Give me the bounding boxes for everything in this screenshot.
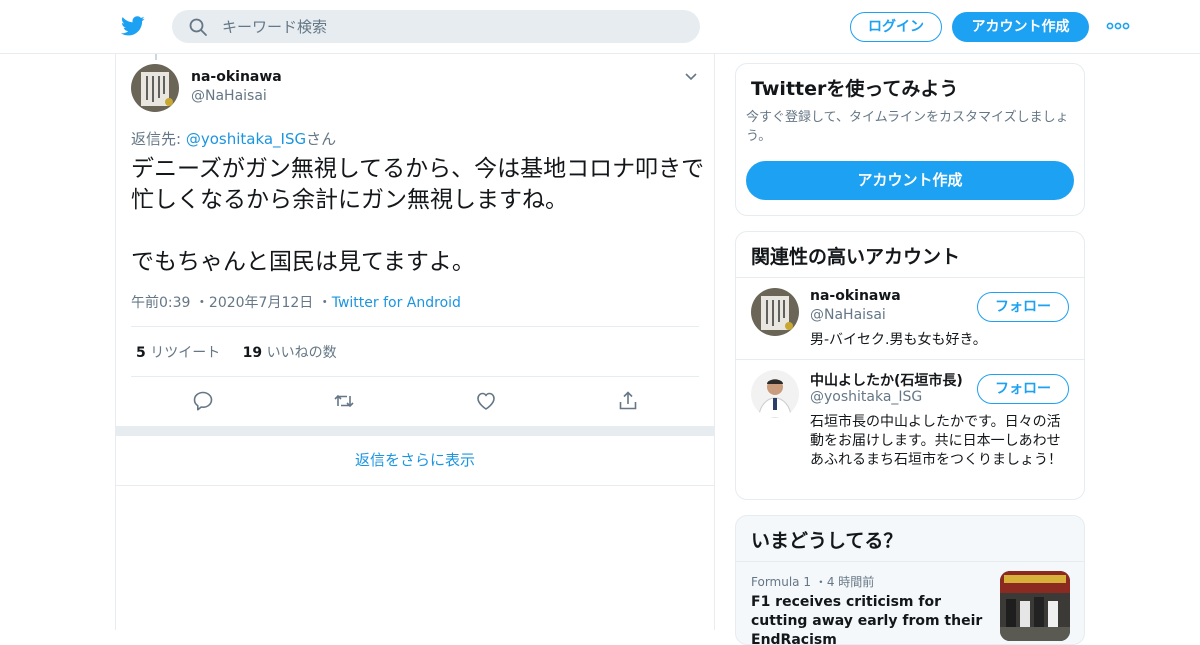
related-accounts-title: 関連性の高いアカウント bbox=[751, 246, 961, 268]
reply-mention-link[interactable]: @yoshitaka_ISG bbox=[186, 130, 306, 148]
trend-image bbox=[1000, 571, 1070, 641]
tweet-text: デニーズがガン無視してるから、今は基地コロナ叩きで忙しくなるから余計にガン無視し… bbox=[131, 156, 705, 275]
signup-card-title: Twitterを使ってみよう bbox=[751, 78, 959, 100]
search-icon bbox=[189, 18, 207, 36]
trend-headline[interactable]: F1 receives criticism for cutting away e… bbox=[751, 593, 986, 644]
tweet-source-link[interactable]: Twitter for Android bbox=[332, 295, 461, 311]
follow-button[interactable]: フォロー bbox=[977, 374, 1069, 404]
trend-category: Formula 1 bbox=[751, 575, 811, 589]
meta-separator: ・ bbox=[317, 295, 332, 311]
signup-card: Twitterを使ってみよう 今すぐ登録して、タイムラインをカスタマイズしましょ… bbox=[735, 63, 1085, 216]
whats-happening-header: いまどうしてる？ bbox=[736, 516, 1084, 562]
signup-card-button[interactable]: アカウント作成 bbox=[746, 161, 1074, 200]
related-account-handle[interactable]: @NaHaisai bbox=[810, 307, 886, 323]
signup-card-description: 今すぐ登録して、タイムラインをカスタマイズしましょう。 bbox=[746, 110, 1069, 144]
tweet-detail-column: na-okinawa @NaHaisai 返信先: @yoshitaka_ISG… bbox=[115, 54, 715, 630]
retweet-icon[interactable] bbox=[333, 390, 355, 412]
avatar-image bbox=[751, 370, 799, 418]
related-account-name[interactable]: 中山よしたか(石垣市長) bbox=[810, 370, 970, 390]
related-account-avatar[interactable] bbox=[751, 288, 799, 336]
search-box bbox=[172, 10, 700, 43]
related-accounts-card: 関連性の高いアカウント na-okinawa @NaHaisai フォロー 男-… bbox=[735, 231, 1085, 500]
related-account-bio: 石垣市長の中山よしたかです。日々の活動をお届けします。共に日本一しあわせあふれる… bbox=[810, 414, 1062, 468]
author-name[interactable]: na-okinawa bbox=[191, 69, 282, 85]
avatar-image bbox=[751, 288, 799, 336]
related-account-item[interactable]: 中山よしたか(石垣市長) @yoshitaka_ISG フォロー 石垣市長の中山… bbox=[736, 360, 1084, 499]
share-icon[interactable] bbox=[617, 390, 639, 412]
avatar-image bbox=[131, 64, 179, 112]
tweet-date: 2020年7月12日 bbox=[208, 295, 314, 311]
reply-icon[interactable] bbox=[192, 390, 214, 412]
related-account-handle[interactable]: @yoshitaka_ISG bbox=[810, 389, 922, 405]
thread-connector-line bbox=[155, 54, 157, 60]
like-label: いいねの数 bbox=[262, 345, 337, 361]
related-account-item[interactable]: na-okinawa @NaHaisai フォロー 男-バイセク.男も女も好き。 bbox=[736, 278, 1084, 360]
like-heart-icon[interactable] bbox=[475, 390, 497, 412]
search-input[interactable] bbox=[222, 10, 682, 43]
reply-suffix: さん bbox=[306, 130, 337, 148]
trend-time: 4 時間前 bbox=[826, 575, 875, 589]
section-separator bbox=[116, 426, 714, 436]
meta-separator: ・ bbox=[814, 575, 827, 589]
like-stat[interactable]: 19 いいねの数 bbox=[243, 342, 337, 362]
related-accounts-header: 関連性の高いアカウント bbox=[736, 232, 1084, 278]
top-navigation-bar: ログイン アカウント作成 bbox=[0, 0, 1200, 54]
tweet-metadata: 午前0:39 ・2020年7月12日 ・Twitter for Android bbox=[131, 292, 461, 312]
trend-thumbnail[interactable] bbox=[1000, 571, 1070, 641]
twitter-bird-logo-icon[interactable] bbox=[120, 14, 146, 38]
retweet-label: リツイート bbox=[145, 345, 221, 361]
related-account-avatar[interactable] bbox=[751, 370, 799, 418]
reply-prefix: 返信先: bbox=[131, 130, 186, 148]
divider bbox=[131, 326, 699, 327]
chevron-down-icon[interactable] bbox=[684, 72, 698, 82]
related-account-name[interactable]: na-okinawa bbox=[810, 288, 970, 304]
meta-separator: ・ bbox=[194, 295, 209, 311]
login-button[interactable]: ログイン bbox=[850, 12, 942, 42]
like-count: 19 bbox=[242, 345, 263, 361]
retweet-stat[interactable]: 5 リツイート bbox=[136, 342, 220, 362]
reply-to-line: 返信先: @yoshitaka_ISGさん bbox=[131, 128, 336, 149]
divider bbox=[131, 376, 699, 377]
retweet-count: 5 bbox=[136, 345, 146, 361]
tweet-time: 午前0:39 bbox=[131, 295, 191, 311]
author-avatar[interactable] bbox=[131, 64, 179, 112]
signup-button[interactable]: アカウント作成 bbox=[952, 12, 1089, 42]
whats-happening-title: いまどうしてる？ bbox=[751, 530, 903, 552]
follow-button[interactable]: フォロー bbox=[977, 292, 1069, 322]
more-options-icon[interactable] bbox=[1106, 20, 1130, 32]
whats-happening-card: いまどうしてる？ Formula 1 ・4 時間前 F1 receives cr… bbox=[735, 515, 1085, 645]
trend-meta: Formula 1 ・4 時間前 bbox=[751, 573, 874, 590]
tweet-stats: 5 リツイート 19 いいねの数 bbox=[136, 342, 355, 362]
related-account-bio: 男-バイセク.男も女も好き。 bbox=[810, 332, 987, 348]
author-handle[interactable]: @NaHaisai bbox=[191, 88, 267, 104]
show-more-replies-link[interactable]: 返信をさらに表示 bbox=[116, 436, 714, 486]
